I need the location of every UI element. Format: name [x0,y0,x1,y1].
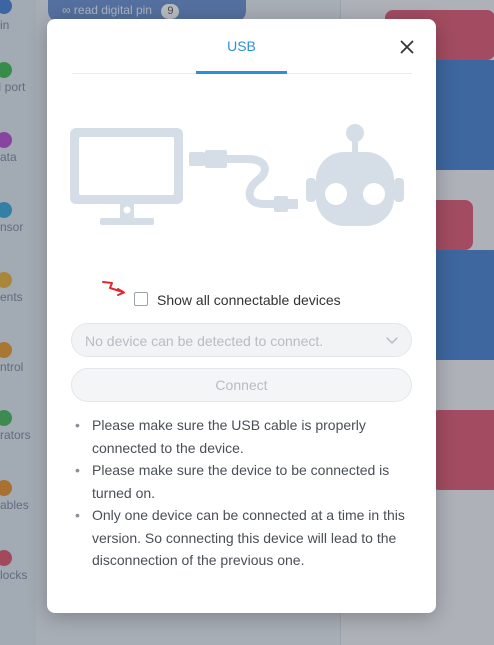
show-all-devices-checkbox[interactable] [134,292,148,306]
usb-cable-icon [189,150,298,212]
tab-active-indicator [196,71,287,74]
show-all-devices-label[interactable]: Show all connectable devices [157,292,341,308]
device-select[interactable]: No device can be detected to connect. [71,323,412,357]
tip-text: Please make sure the USB cable is proper… [92,417,366,456]
robot-head-icon [306,124,404,226]
connect-button[interactable]: Connect [71,368,412,402]
list-item: • Please make sure the USB cable is prope… [71,414,411,459]
computer-monitor-icon [70,128,183,225]
bullet-icon: • [75,417,80,433]
tip-text: Please make sure the device to be connec… [92,462,390,501]
chevron-down-icon [386,337,398,344]
connection-tips-list: • Please make sure the USB cable is prope… [71,414,411,572]
tab-usb[interactable]: USB [196,38,287,54]
tip-text: Only one device can be connected at a ti… [92,507,405,568]
bullet-icon: • [75,462,80,478]
bullet-icon: • [75,507,80,523]
list-item: • Please make sure the device to be conne… [71,459,411,504]
list-item: • Only one device can be connected at a t… [71,504,411,572]
close-button[interactable] [397,37,417,57]
device-select-placeholder: No device can be detected to connect. [85,333,324,349]
red-arrow-annotation-icon [102,281,125,296]
usb-connection-illustration [70,124,404,226]
close-icon [400,40,414,54]
